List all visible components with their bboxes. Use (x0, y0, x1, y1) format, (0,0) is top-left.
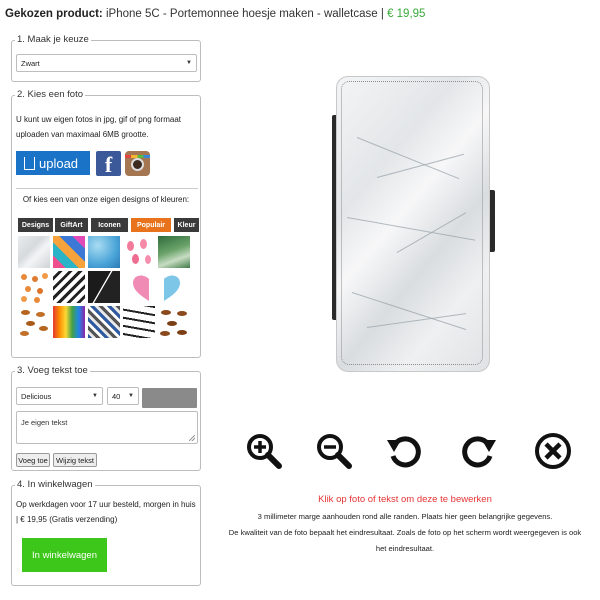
step4-title: 4. In winkelwagen (15, 479, 95, 490)
upload-icon (24, 156, 35, 170)
upload-button[interactable]: upload (16, 151, 90, 175)
price-separator: | (380, 8, 384, 20)
design-tile-heart-half-blue[interactable] (158, 271, 190, 303)
chevron-down-icon: ▼ (128, 393, 134, 399)
color-select[interactable]: Zwart ▼ (16, 54, 197, 72)
design-tile-brush-strokes[interactable] (123, 306, 155, 338)
design-tile-heart-half-pink[interactable] (123, 271, 155, 303)
step3-title: 3. Voeg tekst toe (15, 365, 90, 376)
chevron-down-icon: ▼ (92, 393, 98, 399)
rotate-right-icon[interactable] (460, 432, 498, 470)
tab-populair[interactable]: Populair (131, 218, 171, 232)
size-select-value: 40 (112, 391, 121, 401)
design-tile-jungle-leaves[interactable] (158, 236, 190, 268)
designs-intro: Of kies een van onze eigen designs of kl… (22, 195, 190, 204)
step2-panel: 2. Kies een foto U kunt uw eigen fotos i… (11, 89, 201, 358)
quality-note-2: het eindresultaat. (375, 544, 435, 553)
instagram-icon[interactable] (125, 151, 150, 176)
color-select-value: Zwart (21, 58, 40, 68)
design-tile-flamingos[interactable] (123, 236, 155, 268)
design-tile-paint-drip[interactable] (53, 306, 85, 338)
design-tile-marble[interactable] (18, 236, 50, 268)
remove-icon[interactable] (534, 432, 572, 470)
design-tile-ice-blue[interactable] (88, 236, 120, 268)
upload-instructions: U kunt uw eigen fotos in jpg, gif of png… (16, 115, 181, 139)
divider (16, 188, 198, 189)
font-select[interactable]: Delicious ▼ (16, 387, 103, 405)
size-select[interactable]: 40 ▼ (107, 387, 139, 405)
rotate-left-icon[interactable] (385, 432, 423, 470)
chevron-down-icon: ▼ (186, 60, 192, 66)
add-text-button[interactable]: Voeg toe (16, 453, 50, 467)
product-price: € 19,95 (387, 8, 426, 20)
step2-title: 2. Kies een foto (15, 89, 86, 100)
tab-kleur[interactable]: Kleur (174, 218, 199, 232)
text-input[interactable]: Je eigen tekst (16, 411, 198, 444)
design-tile-palm-leaves[interactable] (53, 236, 85, 268)
step3-panel: 3. Voeg tekst toe Delicious ▼ 40 ▼ Je ei… (11, 365, 201, 471)
step1-panel: 1. Maak je keuze Zwart ▼ (11, 34, 201, 82)
design-tile-mustache-pattern[interactable] (158, 306, 190, 338)
design-tile-chevron[interactable] (53, 271, 85, 303)
font-select-value: Delicious (21, 391, 52, 401)
add-to-cart-button[interactable]: In winkelwagen (22, 538, 107, 572)
delivery-info: Op werkdagen voor 17 uur besteld, morgen… (16, 500, 196, 524)
text-input-value: Je eigen tekst (21, 418, 68, 427)
design-tile-herringbone[interactable] (88, 306, 120, 338)
resize-grip-icon[interactable] (189, 435, 195, 441)
zoom-out-icon[interactable] (315, 432, 353, 470)
step4-panel: 4. In winkelwagen Op werkdagen voor 17 u… (11, 479, 201, 586)
selected-product-header: Gekozen product: iPhone 5C - Portemonnee… (5, 8, 425, 20)
case-stitching (341, 81, 483, 365)
text-color-picker[interactable] (142, 388, 197, 408)
tab-designs[interactable]: Designs (18, 218, 53, 232)
step1-title: 1. Maak je keuze (15, 34, 91, 45)
margin-note: 3 millimeter marge aanhouden rond alle r… (257, 512, 553, 521)
edit-text-button[interactable]: Wijzig tekst (53, 453, 97, 467)
edit-hint: Klik op foto of tekst om deze te bewerke… (318, 494, 492, 505)
product-name: iPhone 5C - Portemonnee hoesje maken - w… (105, 8, 378, 20)
selected-product-label: Gekozen product: (5, 8, 103, 20)
case-preview[interactable] (336, 76, 490, 372)
tab-iconen[interactable]: Iconen (91, 218, 128, 232)
instagram-lens (131, 158, 144, 171)
tab-giftart[interactable]: GiftArt (55, 218, 88, 232)
design-tile-lips-pattern[interactable] (18, 306, 50, 338)
quality-note-1: De kwaliteit van de foto bepaalt het ein… (228, 528, 582, 537)
design-tile-clover-pattern[interactable] (18, 271, 50, 303)
zoom-in-icon[interactable] (245, 432, 283, 470)
facebook-icon[interactable]: f (96, 151, 121, 177)
design-tile-black-marble[interactable] (88, 271, 120, 303)
upload-button-label: upload (39, 155, 79, 171)
